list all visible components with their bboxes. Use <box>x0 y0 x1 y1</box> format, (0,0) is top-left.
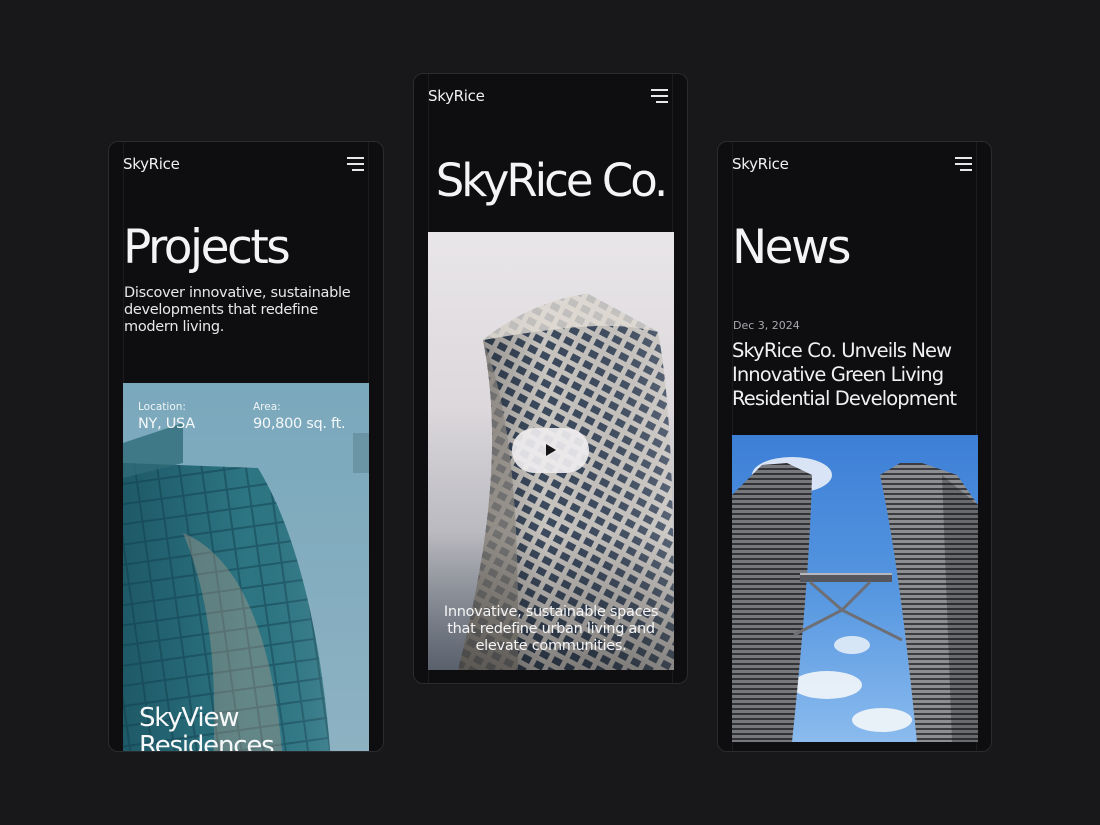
project-card[interactable]: Location: NY, USA Area: 90,800 sq. ft. S… <box>123 383 369 752</box>
page-title: News <box>732 220 852 275</box>
home-screen: SkyRice SkyRice Co. Innovative, sustaina… <box>413 73 688 684</box>
brand-logo[interactable]: SkyRice <box>428 87 485 105</box>
projects-screen: SkyRice Projects Discover innovative, su… <box>108 141 384 752</box>
hamburger-menu-icon[interactable] <box>651 89 668 103</box>
play-button[interactable] <box>512 428 589 473</box>
page-title: Projects <box>123 220 291 275</box>
location-label: Location: <box>138 401 186 413</box>
video-caption: Innovative, sustainable spaces that rede… <box>443 604 659 654</box>
hero-title: SkyRice Co. <box>435 154 669 207</box>
news-screen: SkyRice News Dec 3, 2024 SkyRice Co. Unv… <box>717 141 992 752</box>
page-description: Discover innovative, sustainable develop… <box>124 285 351 335</box>
article-image[interactable] <box>732 435 978 742</box>
location-value: NY, USA <box>138 416 195 432</box>
article-headline[interactable]: SkyRice Co. Unveils New Innovative Green… <box>732 339 972 411</box>
area-value: 90,800 sq. ft. <box>253 416 346 432</box>
hamburger-menu-icon[interactable] <box>955 157 972 171</box>
play-icon <box>546 444 556 456</box>
twin-towers-photo <box>732 457 978 742</box>
article-date: Dec 3, 2024 <box>733 319 800 332</box>
building-photo <box>123 383 369 751</box>
hamburger-menu-icon[interactable] <box>347 157 364 171</box>
project-name: SkyView Residences <box>139 703 275 752</box>
brand-logo[interactable]: SkyRice <box>123 155 180 173</box>
area-label: Area: <box>253 401 281 413</box>
brand-logo[interactable]: SkyRice <box>732 155 789 173</box>
video-player[interactable]: Innovative, sustainable spaces that rede… <box>428 232 674 670</box>
